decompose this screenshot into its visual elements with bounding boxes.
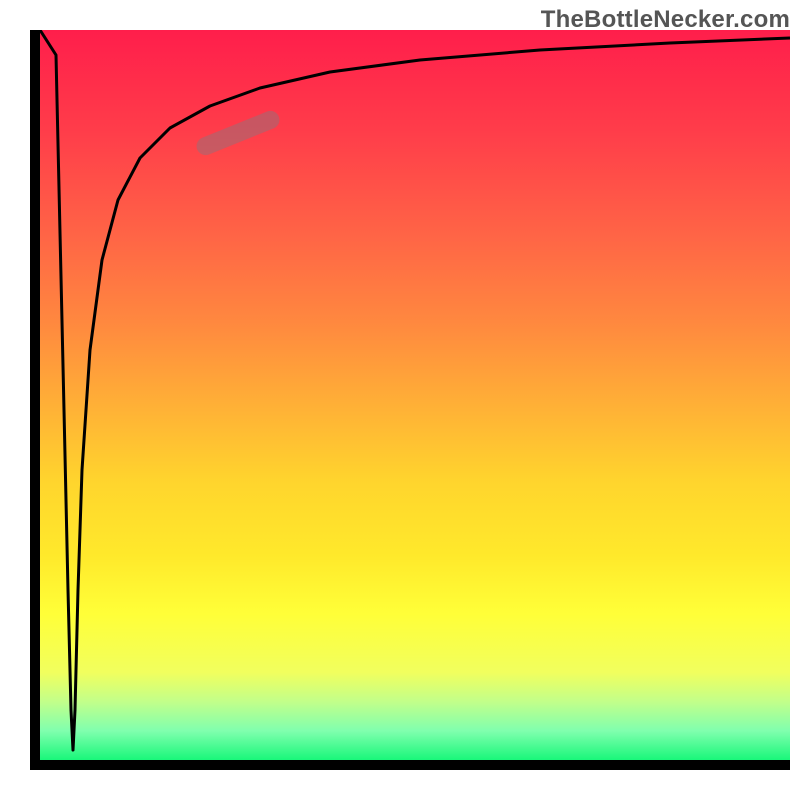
bottleneck-curve — [40, 30, 790, 760]
x-axis — [30, 760, 790, 770]
source-watermark: TheBottleNecker.com — [541, 6, 790, 34]
chart-container: TheBottleNecker.com — [0, 0, 800, 800]
y-axis — [30, 30, 40, 770]
curve-path — [40, 30, 790, 750]
